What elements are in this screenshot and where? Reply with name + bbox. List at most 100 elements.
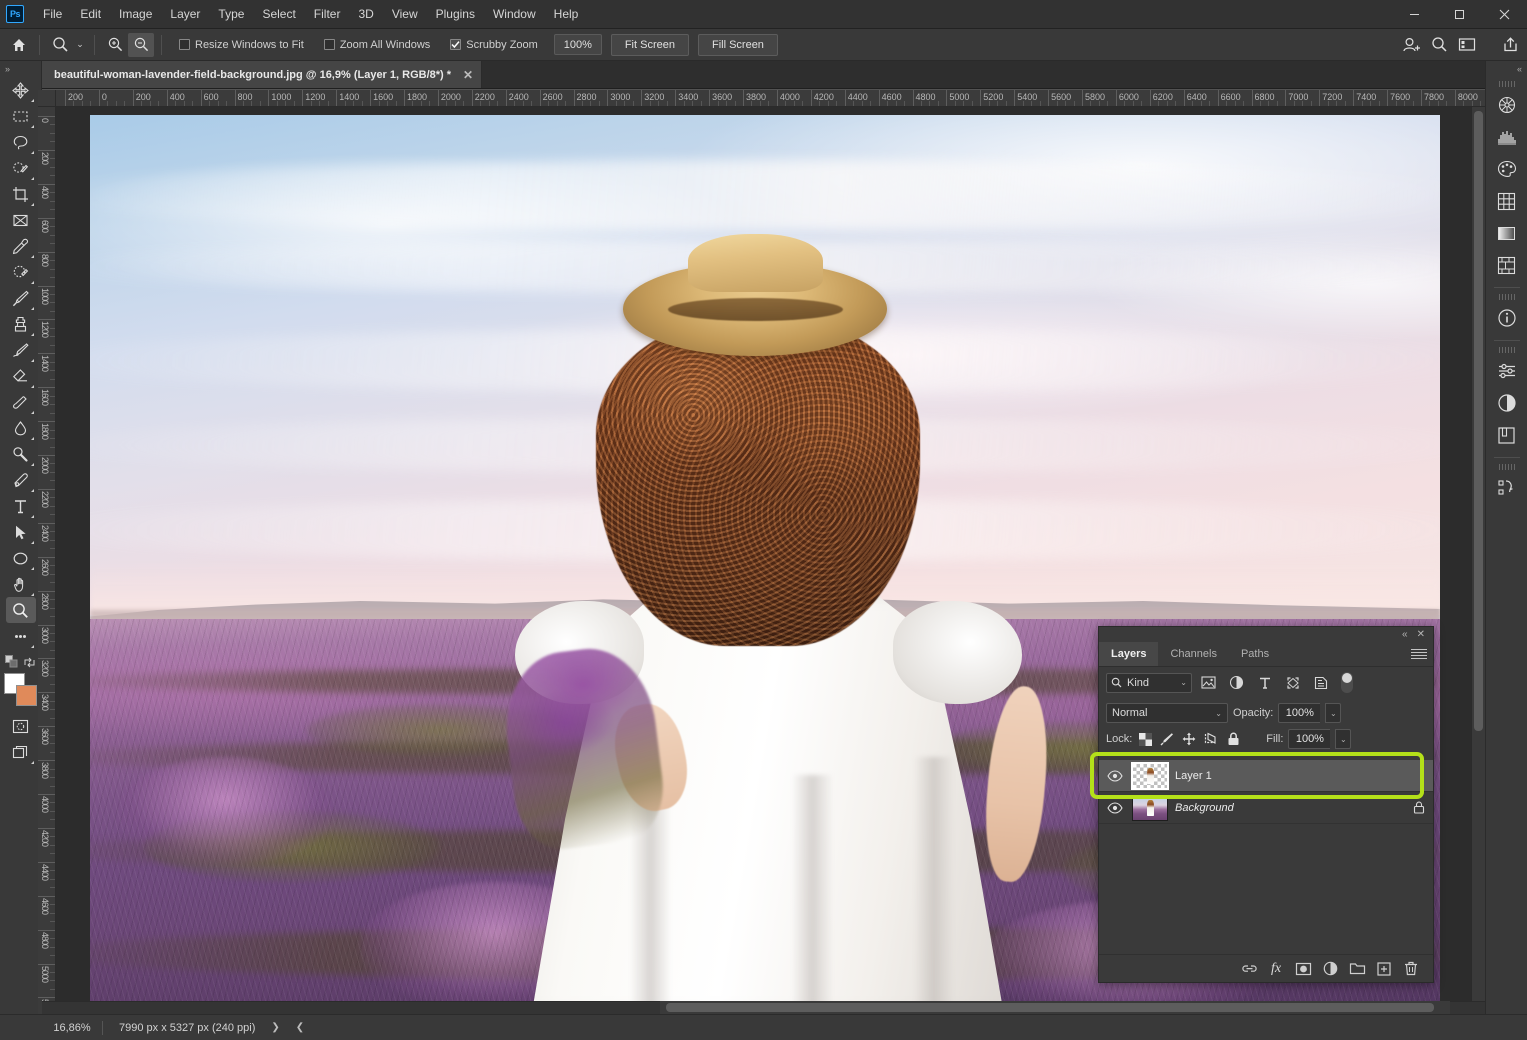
fit-screen-button[interactable]: Fit Screen [610,33,689,56]
history-panel-icon[interactable] [1492,473,1522,503]
lock-transparent-pixels-icon[interactable] [1137,731,1153,747]
screen-mode-icon[interactable] [6,739,36,765]
clone-stamp-tool[interactable] [6,311,36,337]
layers-panel-collapse-button[interactable]: « [1402,629,1408,640]
horizontal-scrollbar[interactable] [660,1001,1450,1014]
status-next-icon[interactable]: ❯ [255,1022,279,1033]
minimize-button[interactable] [1392,0,1437,29]
opacity-input[interactable]: 100% [1278,703,1321,723]
zoom-tool[interactable] [5,597,36,623]
ruler-corner[interactable] [38,90,56,107]
menu-window[interactable]: Window [484,2,545,26]
dodge-tool[interactable] [6,441,36,467]
horizontal-ruler[interactable]: 200 0 200 400 600 800 1000 1200 1400 1600 1800 2000… [56,90,1485,107]
menu-filter[interactable]: Filter [305,2,350,26]
status-prev-icon[interactable]: ❮ [280,1022,304,1033]
panel-menu-icon[interactable] [1411,647,1427,661]
blend-mode-chevron-icon[interactable]: ⌄ [1215,709,1222,718]
fill-screen-button[interactable]: Fill Screen [697,33,778,56]
new-layer-button[interactable] [1372,958,1396,980]
close-button[interactable] [1482,0,1527,29]
hand-tool[interactable] [6,571,36,597]
eyedropper-tool[interactable] [6,233,36,259]
move-tool[interactable] [6,77,36,103]
add-layer-mask-button[interactable] [1291,958,1315,980]
layer-row-background[interactable]: Background [1099,792,1433,824]
eye-icon[interactable] [1105,801,1125,814]
shape-layer-filter-icon[interactable] [1281,672,1304,693]
blur-tool[interactable] [6,415,36,441]
frame-tool[interactable] [6,207,36,233]
tab-channels[interactable]: Channels [1158,642,1228,666]
chevron-down-icon[interactable]: chevron-down-icon [1482,33,1495,57]
menu-type[interactable]: Type [209,2,253,26]
patterns-panel-icon[interactable] [1492,250,1522,280]
menu-layer[interactable]: Layer [161,2,209,26]
home-icon[interactable] [6,33,32,57]
layer-list[interactable]: Layer 1 Background [1099,760,1433,950]
type-layer-filter-icon[interactable] [1253,672,1276,693]
rectangular-marquee-tool[interactable] [6,103,36,129]
lock-image-pixels-icon[interactable] [1159,731,1175,747]
lock-position-icon[interactable] [1181,731,1197,747]
workspace-icon[interactable] [1454,33,1480,57]
color-swatches[interactable] [3,673,38,707]
type-tool[interactable] [6,493,36,519]
adjustment-layer-filter-icon[interactable] [1225,672,1248,693]
zoom-tool-icon[interactable] [47,33,73,57]
canvas-vertical-scrollbar-thumb[interactable] [1474,111,1483,731]
crop-tool[interactable] [6,181,36,207]
color-panel-icon[interactable] [1492,154,1522,184]
layer-thumbnail-layer-1[interactable] [1131,761,1169,790]
layer-name-layer-1[interactable]: Layer 1 [1175,770,1425,782]
history-brush-tool[interactable] [6,337,36,363]
resize-windows-checkbox-box[interactable] [179,39,190,50]
edit-toolbar-tool[interactable] [6,623,36,649]
layer-kind-select[interactable]: Kind ⌄ [1106,672,1192,693]
tool-preset-chevron-icon[interactable]: ⌄ [73,33,87,57]
status-zoom-level[interactable]: 16,86% [42,1022,102,1034]
lasso-tool[interactable] [6,129,36,155]
menu-plugins[interactable]: Plugins [427,2,484,26]
right-dock-grip-3[interactable] [1498,347,1515,353]
zoom-in-icon[interactable] [102,33,128,57]
close-icon[interactable]: ✕ [463,68,473,82]
tab-paths[interactable]: Paths [1229,642,1281,666]
lock-artboard-nesting-icon[interactable] [1203,731,1219,747]
resize-windows-to-fit-checkbox[interactable]: Resize Windows to Fit [179,39,304,51]
status-document-size[interactable]: 7990 px x 5327 px (240 ppi) [103,1022,255,1034]
zoom-all-windows-checkbox[interactable]: Zoom All Windows [323,39,430,51]
right-dock-collapse-button[interactable]: « [1486,61,1527,77]
tab-layers[interactable]: Layers [1099,642,1159,666]
right-dock-grip-1[interactable] [1498,81,1515,87]
scrubby-zoom-checkbox-box[interactable] [450,39,462,50]
document-tab[interactable]: beautiful-woman-lavender-field-backgroun… [42,61,483,88]
menu-select[interactable]: Select [253,2,304,26]
layers-panel-close-button[interactable]: ✕ [1417,629,1425,640]
gradient-tool[interactable] [6,389,36,415]
scrubby-zoom-checkbox[interactable]: Scrubby Zoom [450,39,538,51]
plugins-panel-icon[interactable] [1492,90,1522,120]
spot-healing-brush-tool[interactable] [6,259,36,285]
delete-layer-button[interactable] [1399,958,1423,980]
layer-style-button[interactable]: fx [1264,958,1288,980]
adjustments-panel-icon[interactable] [1492,356,1522,386]
ellipse-tool[interactable] [6,545,36,571]
libraries-panel-icon[interactable] [1492,420,1522,450]
default-colors-icon[interactable] [5,655,19,669]
opacity-chevron-icon[interactable]: ⌄ [1325,703,1342,723]
layer-name-background[interactable]: Background [1175,802,1406,814]
fill-input[interactable]: 100% [1288,729,1331,749]
new-adjustment-layer-button[interactable] [1318,958,1342,980]
zoom-all-windows-checkbox-box[interactable] [323,39,335,50]
menu-help[interactable]: Help [545,2,588,26]
menu-view[interactable]: View [383,2,427,26]
zoom-out-icon[interactable] [128,32,154,57]
right-dock-grip-2[interactable] [1498,294,1515,300]
toolbar-collapse-button[interactable]: » [0,61,41,77]
quick-selection-tool[interactable] [6,155,36,181]
fill-chevron-icon[interactable]: ⌄ [1335,729,1352,749]
path-selection-tool[interactable] [6,519,36,545]
eraser-tool[interactable] [6,363,36,389]
menu-edit[interactable]: Edit [71,2,110,26]
